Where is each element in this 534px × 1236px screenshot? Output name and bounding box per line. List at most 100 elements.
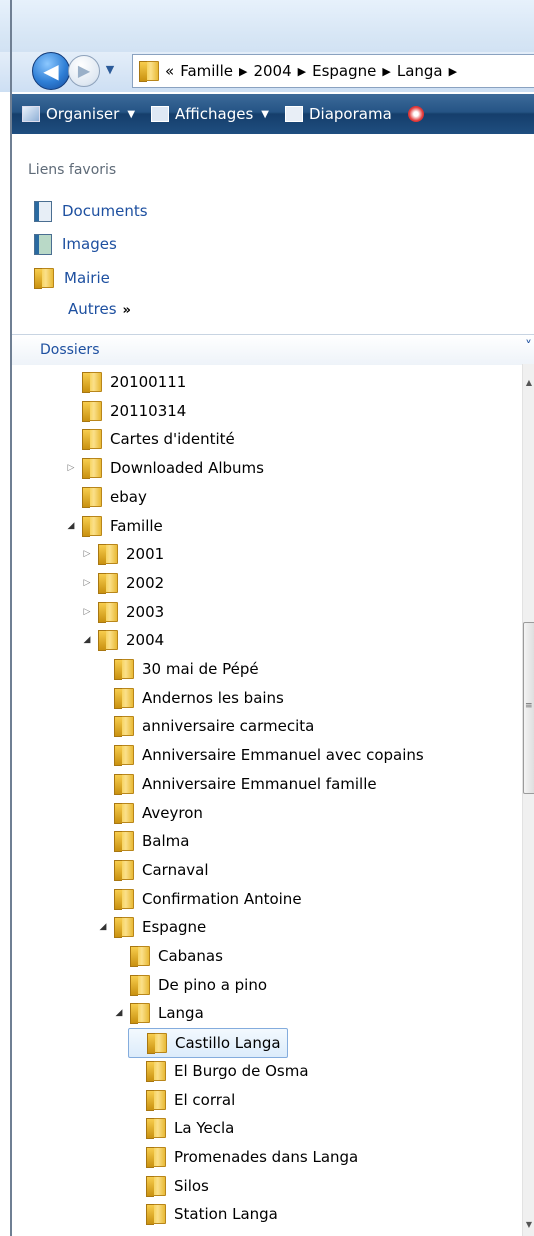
tree-item[interactable]: El corral bbox=[128, 1086, 235, 1114]
tree-item[interactable]: ◢ Famille bbox=[64, 512, 163, 540]
folders-header[interactable]: Dossiers ˅ bbox=[12, 334, 534, 365]
more-label: Autres bbox=[68, 300, 117, 318]
breadcrumb-overflow[interactable]: « bbox=[165, 62, 174, 80]
tree-item[interactable]: Station Langa bbox=[128, 1200, 278, 1228]
folder-icon bbox=[146, 1118, 166, 1140]
tree-item[interactable]: ◢ 2004 bbox=[80, 626, 164, 654]
tree-item[interactable]: anniversaire carmecita bbox=[96, 712, 314, 740]
favorite-mairie[interactable]: Mairie bbox=[34, 266, 110, 290]
views-button[interactable]: Affichages ▼ bbox=[151, 105, 269, 123]
tree-item-label: Confirmation Antoine bbox=[142, 889, 302, 908]
more-links[interactable]: Autres » bbox=[68, 300, 131, 318]
tree-item[interactable]: Aveyron bbox=[96, 799, 203, 827]
folder-icon bbox=[139, 61, 159, 82]
collapse-arrow-icon[interactable]: ◢ bbox=[96, 922, 110, 932]
folder-icon bbox=[114, 773, 134, 795]
burn-disc-icon bbox=[407, 106, 424, 122]
tree-item[interactable]: Anniversaire Emmanuel avec copains bbox=[96, 741, 424, 769]
tree-item[interactable]: Carnaval bbox=[96, 856, 209, 884]
favorite-label: Images bbox=[62, 235, 117, 253]
chevron-down-icon: ▼ bbox=[127, 108, 136, 120]
tree-item-label: Downloaded Albums bbox=[110, 459, 264, 478]
tree-item[interactable]: Cabanas bbox=[112, 942, 223, 970]
tree-item[interactable]: 20100111 bbox=[64, 368, 186, 396]
expand-arrow-icon[interactable]: ▷ bbox=[80, 549, 94, 559]
vertical-scrollbar[interactable]: ▲ ≡ ▼ bbox=[522, 364, 534, 1236]
folder-icon bbox=[130, 946, 150, 967]
organize-button[interactable]: Organiser ▼ bbox=[22, 105, 135, 123]
tree-item-label: Promenades dans Langa bbox=[174, 1147, 359, 1166]
tree-item[interactable]: Promenades dans Langa bbox=[128, 1143, 358, 1171]
breadcrumb-2004[interactable]: 2004 bbox=[253, 62, 291, 80]
chevron-right-icon[interactable]: ▶ bbox=[298, 65, 306, 78]
tree-item[interactable]: ▷ 2001 bbox=[80, 540, 164, 568]
folder-icon bbox=[114, 917, 134, 939]
tree-item[interactable]: ▷ Downloaded Albums bbox=[64, 454, 264, 482]
tree-item[interactable]: ◢ Langa bbox=[112, 999, 204, 1027]
folder-icon bbox=[82, 400, 102, 422]
tree-item-label: Anniversaire Emmanuel avec copains bbox=[142, 746, 424, 765]
views-icon bbox=[151, 106, 170, 122]
chevron-right-icon[interactable]: ▶ bbox=[449, 65, 457, 78]
tree-item[interactable]: Castillo Langa bbox=[128, 1028, 288, 1059]
tree-item-label: Balma bbox=[142, 832, 190, 851]
recent-pages-button[interactable]: ▼ bbox=[102, 60, 118, 80]
scroll-thumb[interactable]: ≡ bbox=[523, 622, 534, 794]
folder-icon bbox=[114, 802, 134, 824]
tree-item[interactable]: Balma bbox=[96, 827, 189, 855]
folder-icon bbox=[146, 1146, 166, 1168]
double-chevron-icon: » bbox=[122, 303, 131, 318]
tree-item[interactable]: 30 mai de Pépé bbox=[96, 655, 259, 683]
scroll-up-icon[interactable]: ▲ bbox=[523, 378, 534, 387]
tree-item[interactable]: Confirmation Antoine bbox=[96, 885, 302, 913]
organize-label: Organiser bbox=[46, 105, 120, 123]
tree-item-label: Silos bbox=[174, 1176, 209, 1195]
folder-icon bbox=[146, 1175, 166, 1197]
collapse-arrow-icon[interactable]: ◢ bbox=[80, 635, 94, 645]
tree-item[interactable]: Cartes d'identité bbox=[64, 425, 235, 453]
slideshow-button[interactable]: Diaporama bbox=[285, 105, 392, 123]
collapse-arrow-icon[interactable]: ◢ bbox=[112, 1008, 126, 1018]
tree-item[interactable]: El Burgo de Osma bbox=[128, 1057, 309, 1085]
tree-item[interactable]: ▷ 2002 bbox=[80, 569, 164, 597]
tree-item-label: Cartes d'identité bbox=[110, 430, 235, 449]
tree-item-label: anniversaire carmecita bbox=[142, 717, 315, 736]
tree-item[interactable]: ▷ 2003 bbox=[80, 598, 164, 626]
tree-item[interactable]: Silos bbox=[128, 1172, 209, 1200]
expand-arrow-icon[interactable]: ▷ bbox=[80, 607, 94, 617]
chevron-right-icon[interactable]: ▶ bbox=[239, 65, 247, 78]
tree-item-label: 2004 bbox=[126, 631, 165, 650]
breadcrumb-famille[interactable]: Famille bbox=[180, 62, 233, 80]
collapse-icon[interactable]: ˅ bbox=[525, 339, 532, 355]
forward-button[interactable]: ▶ bbox=[68, 55, 100, 87]
expand-arrow-icon[interactable]: ▷ bbox=[64, 463, 78, 473]
tree-item[interactable]: De pino a pino bbox=[112, 971, 267, 999]
breadcrumb-langa[interactable]: Langa bbox=[397, 62, 443, 80]
tree-item[interactable]: Andernos les bains bbox=[96, 684, 284, 712]
folder-icon bbox=[130, 974, 150, 996]
tree-item[interactable]: Anniversaire Emmanuel famille bbox=[96, 770, 377, 798]
favorite-documents[interactable]: Documents bbox=[34, 199, 148, 223]
tree-item[interactable]: 20110314 bbox=[64, 397, 186, 425]
back-button[interactable]: ◀ bbox=[32, 52, 70, 90]
scroll-down-icon[interactable]: ▼ bbox=[523, 1220, 534, 1229]
tree-item[interactable]: ebay bbox=[64, 483, 147, 511]
expand-arrow-icon[interactable]: ▷ bbox=[80, 578, 94, 588]
folder-icon bbox=[98, 601, 118, 623]
chevron-right-icon[interactable]: ▶ bbox=[382, 65, 390, 78]
slideshow-label: Diaporama bbox=[309, 105, 392, 123]
tree-item[interactable]: ◢ Espagne bbox=[96, 913, 206, 941]
grip-icon: ≡ bbox=[525, 701, 533, 711]
address-bar[interactable]: « Famille ▶ 2004 ▶ Espagne ▶ Langa ▶ bbox=[132, 54, 534, 88]
favorites-title: Liens favoris bbox=[28, 162, 117, 178]
tree-item-label: Anniversaire Emmanuel famille bbox=[142, 774, 377, 793]
collapse-arrow-icon[interactable]: ◢ bbox=[64, 521, 78, 531]
folder-icon bbox=[114, 831, 134, 853]
folder-icon bbox=[114, 745, 134, 767]
tree-item-label: Castillo Langa bbox=[175, 1034, 281, 1053]
favorite-images[interactable]: Images bbox=[34, 232, 117, 256]
breadcrumb-espagne[interactable]: Espagne bbox=[312, 62, 376, 80]
folder-tree[interactable]: 20100111 20110314 Cartes d'identité ▷ Downlo… bbox=[12, 364, 522, 1236]
tree-item[interactable]: La Yecla bbox=[128, 1114, 234, 1142]
burn-button[interactable] bbox=[407, 106, 424, 122]
